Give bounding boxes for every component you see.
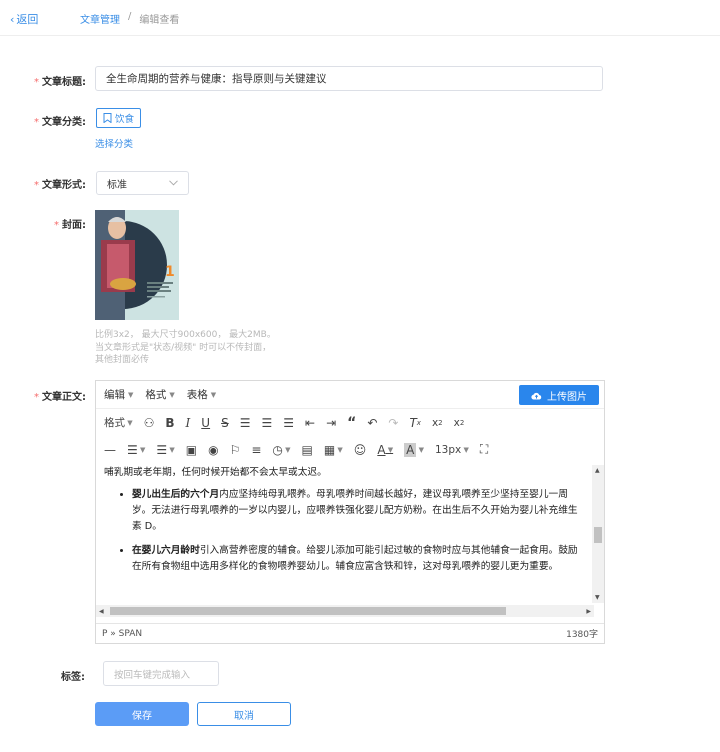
category-tag-label: 饮食 [115,114,135,125]
cover-image[interactable]: 1 [95,210,179,320]
svg-text:1: 1 [165,264,175,280]
text-color-icon[interactable]: A ▼ [377,443,393,457]
upload-image-label: 上传图片 [547,391,587,403]
bookmark-anchor-icon[interactable]: ⚐ [230,443,241,457]
cover-photo-icon: 1 [95,210,179,320]
scroll-right-arrow-icon[interactable]: ▶ [586,608,591,615]
horizontal-scroll-thumb[interactable] [110,607,506,615]
image-icon[interactable]: ▣ [186,443,197,457]
breadcrumb-edit-view: 编辑查看 [139,15,180,26]
blockquote-icon[interactable]: “ [347,415,356,431]
horizontal-rule-icon[interactable]: — [104,443,116,457]
category-tag[interactable]: 饮食 [96,108,142,128]
bullet-list-icon[interactable]: ☰ ▼ [127,443,145,457]
category-label: * 文章分类: [34,117,86,128]
rich-text-editor[interactable]: 编辑 ▼ 格式 ▼ 表格 ▼ 上传图片 格式 ▼ ⚇ B I U S ☰ ☰ ☰ ⇤ … [95,380,605,644]
tags-input[interactable]: 按回车键完成输入 [103,661,219,686]
indent-icon[interactable]: ⇥ [326,416,336,430]
select-category-link[interactable]: 选择分类 [95,136,133,150]
content-intro: 哺乳期或老年期，任何时候开始都不会太早或太迟。 [104,467,327,478]
page-break-icon[interactable]: ≡ [251,443,261,457]
save-button[interactable]: 保存 [95,702,189,726]
preview-eye-icon[interactable]: ◉ [208,443,218,457]
scroll-left-arrow-icon[interactable]: ◀ [99,608,104,615]
back-button[interactable]: ‹ 返回 [10,11,38,27]
menu-table[interactable]: 表格 ▼ [187,387,216,402]
chevron-left-icon: ‹ [10,12,15,26]
find-replace-icon[interactable]: ⚇ [144,416,155,430]
vertical-scroll-thumb[interactable] [594,527,602,543]
editor-content[interactable]: 哺乳期或老年期，任何时候开始都不会太早或太迟。 婴儿出生后的六个月内应坚持纯母乳… [96,465,594,589]
vertical-scrollbar[interactable]: ▲ ▼ [592,465,604,603]
background-color-icon[interactable]: A ▼ [404,442,424,457]
outdent-icon[interactable]: ⇤ [305,416,315,430]
align-right-icon[interactable]: ☰ [283,416,294,430]
content-bullet: 婴儿出生后的六个月内应坚持纯母乳喂养。母乳喂养时间越长越好，建议母乳喂养至少坚持… [132,487,586,535]
scroll-down-arrow-icon[interactable]: ▼ [595,594,600,601]
form-type-value: 标准 [107,179,127,191]
bookmark-icon [103,113,112,123]
editor-toolbar-row2: — ☰ ▼ ☰ ▼ ▣ ◉ ⚐ ≡ ◷ ▼ ▤ ▦ ▼ ☺ A ▼ A ▼ 13… [96,436,604,463]
title-label: * 文章标题: [34,77,86,88]
menu-edit[interactable]: 编辑 ▼ [104,387,133,402]
align-center-icon[interactable]: ☰ [261,416,272,430]
title-input[interactable]: 全生命周期的营养与健康：指导原则与关键建议 [95,66,603,91]
cover-label: * 封面: [54,220,86,231]
upload-image-button[interactable]: 上传图片 [519,385,599,405]
format-dropdown[interactable]: 格式 ▼ [104,415,133,430]
code-block-icon[interactable]: ▤ [302,443,313,457]
scroll-up-arrow-icon[interactable]: ▲ [595,467,600,474]
subscript-icon[interactable]: x2 [432,417,443,429]
menu-format[interactable]: 格式 ▼ [145,387,174,402]
emoji-icon[interactable]: ☺ [354,443,367,457]
table-icon[interactable]: ▦ ▼ [324,443,343,457]
tags-label: 标签: [61,672,85,683]
superscript-icon[interactable]: x2 [454,417,465,429]
numbered-list-icon[interactable]: ☰ ▼ [156,443,174,457]
content-bullet: 在婴儿六月龄时引入高营养密度的辅食。给婴儿添加可能引起过敏的食物时应与其他辅食一… [132,543,586,575]
cancel-button[interactable]: 取消 [197,702,291,726]
editor-toolbar-row1: 格式 ▼ ⚇ B I U S ☰ ☰ ☰ ⇤ ⇥ “ ↶ ↷ Tx x2 x2 [96,409,604,436]
editor-statusbar: P » SPAN 1380字 [96,623,604,643]
breadcrumb-separator: / [128,11,132,22]
breadcrumb: 文章管理 / 编辑查看 [80,11,179,26]
horizontal-scrollbar[interactable]: ◀ ▶ [96,605,594,617]
bold-icon[interactable]: B [165,416,174,430]
font-size-dropdown[interactable]: 13px ▼ [435,444,469,456]
align-left-icon[interactable]: ☰ [240,416,251,430]
form-type-select[interactable]: 标准 [96,171,189,195]
form-type-label: * 文章形式: [34,180,86,191]
strikethrough-icon[interactable]: S [221,416,229,430]
clock-icon[interactable]: ◷ ▼ [272,443,290,457]
breadcrumb-article-management[interactable]: 文章管理 [80,11,120,26]
top-bar: ‹ 返回 文章管理 / 编辑查看 [0,0,720,36]
underline-icon[interactable]: U [201,416,210,430]
clear-format-icon[interactable]: Tx [409,416,421,430]
cover-hint: 比例3x2， 最大尺寸900x600， 最大2MB。 当文章形式是"状态/视频"… [95,330,276,365]
italic-icon[interactable]: I [186,416,191,430]
undo-icon[interactable]: ↶ [367,416,377,430]
back-label: 返回 [16,13,39,26]
chevron-down-icon [169,180,178,186]
fullscreen-icon[interactable]: ⛶ [480,442,488,457]
element-path[interactable]: P » SPAN [102,629,142,639]
redo-icon[interactable]: ↷ [388,416,398,430]
body-label: * 文章正文: [34,392,86,403]
word-count: 1380字 [566,630,598,640]
cloud-upload-icon [531,392,542,400]
